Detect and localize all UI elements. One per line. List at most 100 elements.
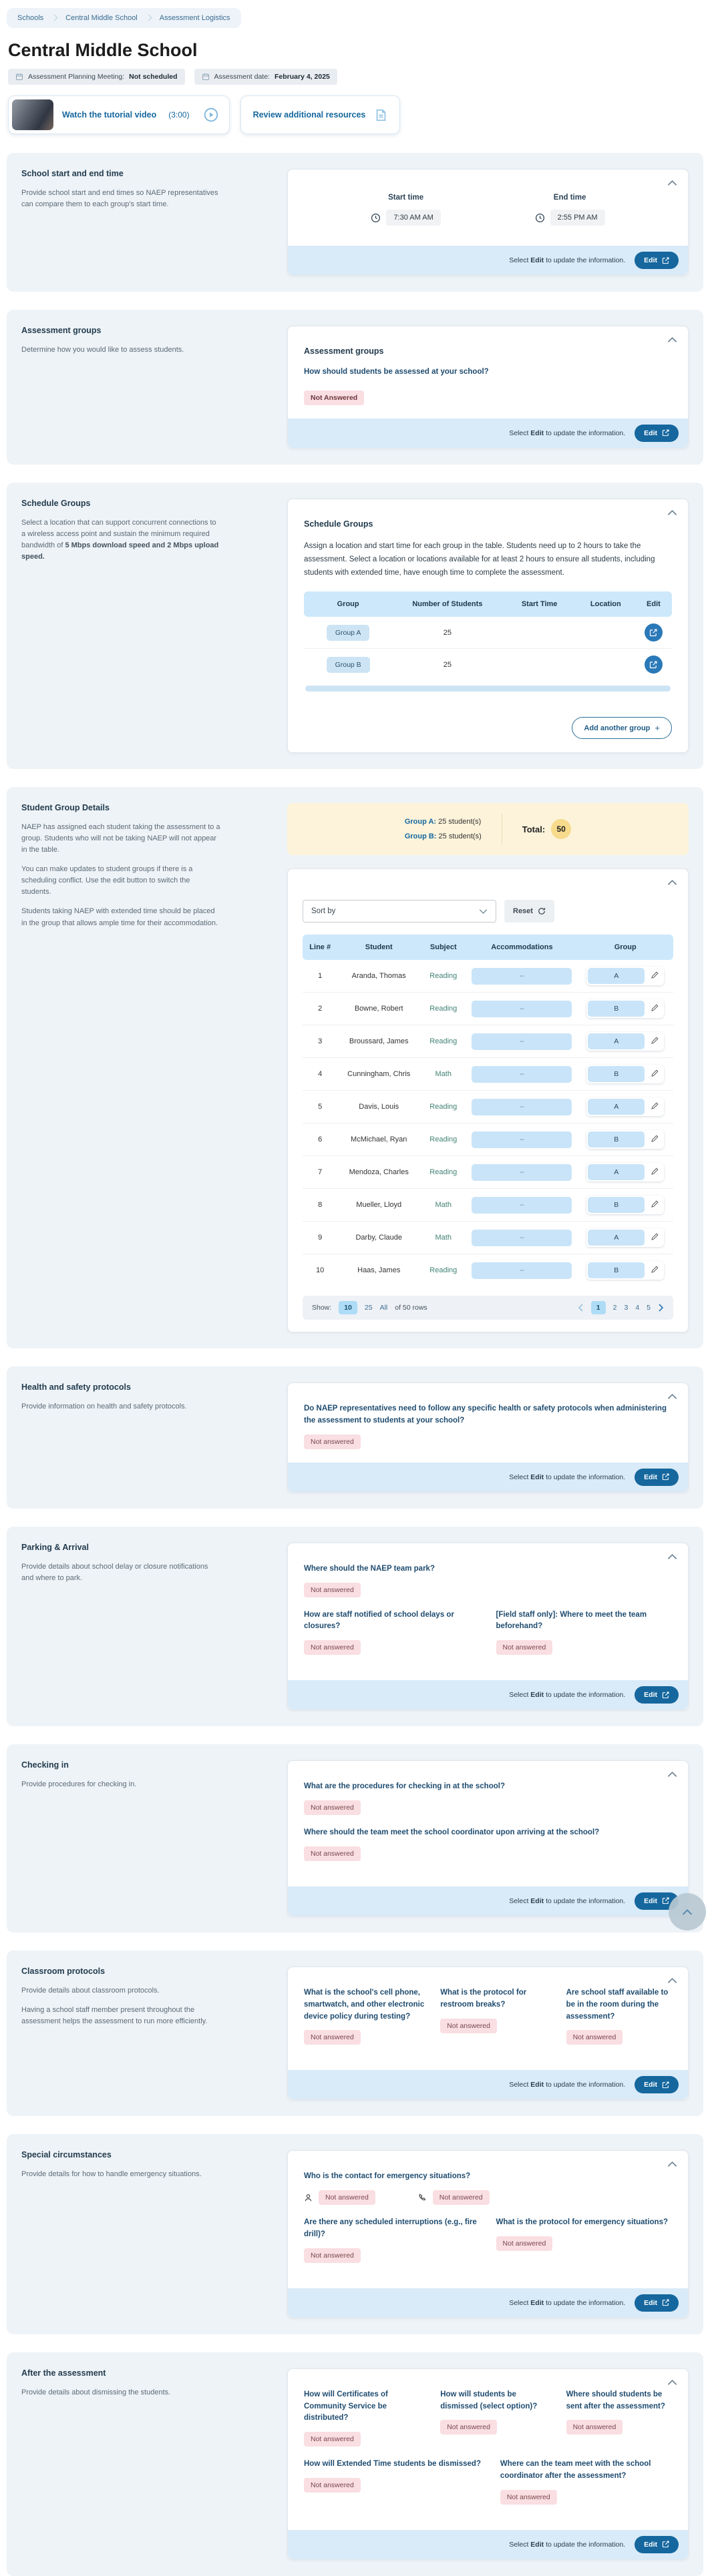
subject: Math	[420, 1189, 466, 1222]
collapse-chevron-icon[interactable]	[667, 1976, 677, 1986]
sort-by-select[interactable]: Sort by	[303, 900, 496, 923]
edit-group-icon[interactable]	[647, 1003, 663, 1015]
collapse-chevron-icon[interactable]	[667, 1392, 677, 1402]
student-row: 3 Broussard, James Reading -- A	[303, 1025, 673, 1058]
column-header: Group	[304, 591, 392, 617]
edit-button[interactable]: Edit	[635, 425, 679, 442]
status-badge: Not answered	[304, 1583, 361, 1597]
subject: Reading	[420, 1025, 466, 1058]
collapse-chevron-icon[interactable]	[667, 178, 677, 188]
tutorial-video-card[interactable]: Watch the tutorial video (3:00)	[8, 95, 230, 134]
group-assignment: A	[588, 968, 645, 984]
status-badge: Not answered	[440, 2019, 497, 2033]
group-assignment: A	[588, 1230, 645, 1246]
section-description: Provide school start and end times so NA…	[21, 188, 222, 210]
add-another-group-button[interactable]: Add another group +	[572, 717, 672, 739]
status-badge: Not answered	[319, 2190, 375, 2205]
status-badge: Not answered	[304, 1640, 361, 1655]
edit-group-icon[interactable]	[647, 1133, 663, 1145]
student-name: Davis, Louis	[337, 1091, 420, 1123]
page-5[interactable]: 5	[647, 1304, 651, 1312]
status-badge: Not answered	[304, 1846, 361, 1861]
collapse-chevron-icon[interactable]	[667, 1552, 677, 1562]
column-header: Student	[337, 935, 420, 960]
edit-group-icon[interactable]	[647, 970, 663, 982]
edit-button[interactable]: Edit	[635, 1469, 679, 1486]
start-time-cell	[503, 617, 576, 649]
accommodations-chip: --	[472, 968, 572, 985]
plus-icon: +	[655, 723, 660, 733]
edit-button[interactable]: Edit	[635, 2076, 679, 2093]
breadcrumb-assessment-logistics[interactable]: Assessment Logistics	[160, 14, 230, 22]
section-title: Classroom protocols	[21, 1967, 247, 1976]
edit-group-icon[interactable]	[647, 1232, 663, 1244]
edit-group-icon[interactable]	[647, 1101, 663, 1113]
collapse-chevron-icon[interactable]	[667, 508, 677, 518]
edit-button[interactable]: Edit	[635, 1686, 679, 1704]
edit-button[interactable]: Edit	[635, 2294, 679, 2312]
page-size-25[interactable]: 25	[365, 1304, 373, 1312]
question: What is the protocol for restroom breaks…	[440, 1987, 551, 2011]
student-row: 10 Haas, James Reading -- B	[303, 1254, 673, 1287]
edit-group-icon[interactable]	[647, 1199, 663, 1211]
section-title: Special circumstances	[21, 2150, 247, 2159]
section-title: Schedule Groups	[21, 499, 247, 508]
subject: Reading	[420, 1091, 466, 1123]
chevron-left-icon[interactable]	[578, 1304, 584, 1312]
collapse-chevron-icon[interactable]	[667, 2159, 677, 2169]
horizontal-scrollbar[interactable]	[305, 686, 671, 692]
student-row: 6 McMichael, Ryan Reading -- B	[303, 1123, 673, 1156]
special-circumstances-card: Who is the contact for emergency situati…	[287, 2150, 689, 2318]
accommodations-chip: --	[472, 1066, 572, 1083]
status-badge: Not answered	[566, 2420, 623, 2434]
column-header: Edit	[635, 591, 672, 617]
collapse-chevron-icon[interactable]	[667, 1770, 677, 1780]
card-footer: Select Edit to update the information. E…	[288, 246, 688, 275]
play-icon[interactable]	[204, 107, 218, 122]
column-header: Line #	[303, 935, 337, 960]
page-2[interactable]: 2	[613, 1304, 617, 1312]
page-1[interactable]: 1	[591, 1301, 606, 1314]
scroll-to-top-button[interactable]	[669, 1893, 706, 1930]
edit-button[interactable]: Edit	[635, 252, 679, 269]
edit-group-icon[interactable]	[647, 1035, 663, 1047]
page-3[interactable]: 3	[624, 1304, 628, 1312]
accommodations-chip: --	[472, 1131, 572, 1148]
collapse-chevron-icon[interactable]	[667, 2378, 677, 2388]
end-time-value: 2:55 PM AM	[550, 210, 605, 226]
edit-group-icon[interactable]	[647, 1068, 663, 1080]
card-footer: Select Edit to update the information. E…	[288, 419, 688, 448]
question: What are the procedures for checking in …	[304, 1781, 672, 1793]
page-size-10[interactable]: 10	[339, 1301, 357, 1314]
page-size-all[interactable]: All	[380, 1304, 388, 1312]
student-table-card: Sort by Reset	[287, 868, 689, 1332]
calendar-icon	[15, 73, 23, 81]
breadcrumb-school[interactable]: Central Middle School	[65, 14, 138, 22]
collapse-chevron-icon[interactable]	[667, 335, 677, 345]
section-description: Provide details about dismissing the stu…	[21, 2387, 222, 2398]
card-title: Schedule Groups	[304, 519, 672, 529]
phone-icon	[418, 2194, 427, 2202]
collapse-chevron-icon[interactable]	[667, 878, 677, 888]
group-a-summary: Group A: 25 student(s)	[405, 814, 482, 829]
edit-group-button[interactable]	[645, 656, 663, 674]
edit-group-icon[interactable]	[647, 1166, 663, 1178]
edit-group-icon[interactable]	[647, 1264, 663, 1276]
reset-button[interactable]: Reset	[504, 900, 554, 923]
page-4[interactable]: 4	[635, 1304, 639, 1312]
assessment-groups-card: Assessment groups How should students be…	[287, 326, 689, 449]
breadcrumb-schools[interactable]: Schools	[17, 14, 43, 22]
additional-resources-card[interactable]: Review additional resources	[240, 95, 401, 134]
status-badge: Not answered	[440, 2420, 497, 2434]
question: [Field staff only]: Where to meet the te…	[496, 1609, 673, 1633]
chevron-right-icon[interactable]	[658, 1304, 664, 1312]
card-footer: Select Edit to update the information. E…	[288, 2070, 688, 2099]
edit-group-button[interactable]	[645, 623, 663, 641]
edit-button[interactable]: Edit	[635, 2536, 679, 2553]
school-time-card: Start time 7:30 AM AM End time	[287, 169, 689, 276]
card-footer: Select Edit to update the information. E…	[288, 2288, 688, 2318]
tutorial-video-duration: (3:00)	[168, 110, 189, 119]
accommodations-chip: --	[472, 1001, 572, 1017]
group-label: Group A	[327, 625, 370, 641]
section-student-group-details: Student Group Details NAEP has assigned …	[7, 787, 703, 1348]
